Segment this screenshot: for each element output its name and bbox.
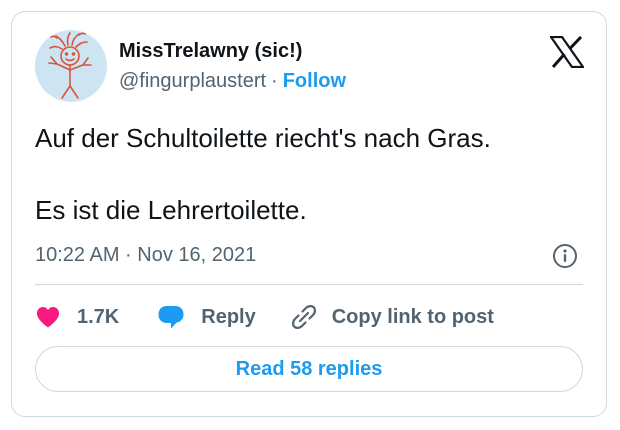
divider bbox=[35, 284, 583, 285]
tweet-text-line: Es ist die Lehrertoilette. bbox=[35, 195, 307, 225]
tweet-card: MissTrelawny (sic!) @fingurplaustert · Fol… bbox=[11, 11, 607, 417]
info-icon[interactable] bbox=[552, 243, 578, 269]
like-count: 1.7K bbox=[77, 305, 120, 328]
link-icon bbox=[290, 303, 318, 331]
tweet-timestamp[interactable]: 10:22 AM · Nov 16, 2021 bbox=[35, 244, 256, 267]
like-button[interactable]: 1.7K bbox=[35, 305, 119, 329]
action-bar: 1.7K Reply Copy link to post bbox=[35, 302, 494, 332]
copy-link-label: Copy link to post bbox=[331, 305, 494, 328]
heart-icon bbox=[35, 305, 61, 329]
x-logo-icon[interactable] bbox=[548, 35, 586, 69]
author-display-name[interactable]: MissTrelawny (sic!) bbox=[119, 40, 302, 63]
author-handle-row: @fingurplaustert · Follow bbox=[119, 70, 346, 93]
reply-label: Reply bbox=[201, 305, 256, 328]
avatar[interactable] bbox=[35, 30, 107, 102]
author-handle[interactable]: @fingurplaustert bbox=[119, 70, 266, 92]
tweet-text-line: Auf der Schultoilette riecht's nach Gras… bbox=[35, 123, 491, 153]
reply-button[interactable]: Reply bbox=[157, 304, 256, 330]
speech-bubble-icon bbox=[157, 304, 185, 330]
separator-dot: · bbox=[271, 70, 278, 92]
stick-figure-drawing bbox=[48, 32, 92, 99]
copy-link-button[interactable]: Copy link to post bbox=[290, 303, 494, 331]
tweet-text: Auf der Schultoilette riecht's nach Gras… bbox=[35, 120, 585, 228]
read-replies-button[interactable]: Read 58 replies bbox=[35, 346, 583, 392]
follow-link[interactable]: Follow bbox=[283, 70, 346, 92]
